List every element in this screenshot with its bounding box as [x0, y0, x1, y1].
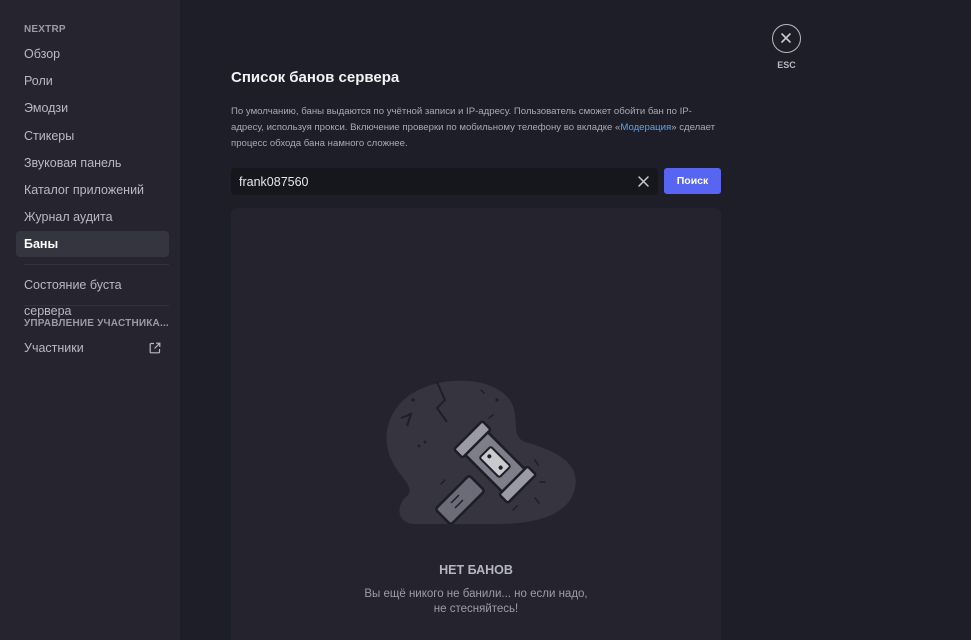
sidebar-item-stickers[interactable]: Стикеры [16, 123, 169, 149]
sidebar-item-label: Участники [24, 341, 84, 355]
sidebar-item-label: Журнал аудита [24, 210, 113, 224]
esc-label: ESC [777, 60, 796, 70]
empty-state-line: Вы ещё никого не банили... но если надо, [364, 588, 588, 600]
sidebar-members-header: УПРАВЛЕНИЕ УЧАСТНИКА... [24, 318, 169, 329]
sidebar-item-audit-log[interactable]: Журнал аудита [16, 204, 169, 230]
sidebar-item-label: Звуковая панель [24, 156, 122, 170]
sidebar-divider [24, 264, 169, 265]
search-field [231, 168, 658, 195]
sidebar-divider [24, 305, 169, 306]
sidebar-item-soundboard[interactable]: Звуковая панель [16, 150, 169, 176]
close-button[interactable] [772, 24, 801, 53]
sidebar-item-label: Каталог приложений [24, 183, 145, 197]
sidebar-item-bans[interactable]: Баны [16, 231, 169, 257]
sidebar-item-label: Стикеры [24, 129, 75, 143]
sidebar-item-server-boost[interactable]: Состояние буста сервера [16, 272, 169, 318]
clear-icon[interactable] [637, 175, 650, 188]
sidebar-item-label: Обзор [24, 47, 61, 61]
ban-hammer-illustration [386, 380, 576, 525]
external-link-icon [149, 342, 161, 354]
sidebar-item-roles[interactable]: Роли [16, 68, 169, 94]
search-button[interactable]: Поиск [664, 168, 721, 194]
sidebar-item-members[interactable]: Участники [16, 335, 169, 361]
empty-state-text: Вы ещё никого не банили... но если надо,… [231, 587, 721, 617]
sidebar-item-app-directory[interactable]: Каталог приложений [16, 177, 169, 203]
moderation-link[interactable]: Модерация [620, 122, 671, 133]
sidebar-item-label: Баны [24, 237, 59, 251]
sidebar-item-overview[interactable]: Обзор [16, 41, 169, 67]
sidebar-item-emoji[interactable]: Эмодзи [16, 95, 169, 121]
settings-sidebar: NEXTRP Обзор Роли Эмодзи Стикеры Звукова… [0, 0, 180, 640]
search-input[interactable] [239, 168, 619, 195]
close-icon [781, 33, 791, 43]
sidebar-server-header: NEXTRP [24, 24, 66, 35]
empty-state-title: НЕТ БАНОВ [439, 563, 513, 577]
sidebar-item-label: Роли [24, 74, 53, 88]
empty-state-line: не стесняйтесь! [433, 603, 519, 615]
sidebar-item-label: Эмодзи [24, 101, 69, 115]
sidebar-item-label: Состояние буста сервера [24, 278, 122, 318]
page-title: Список банов сервера [231, 69, 400, 86]
page-description: По умолчанию, баны выдаются по учётной з… [231, 104, 721, 152]
